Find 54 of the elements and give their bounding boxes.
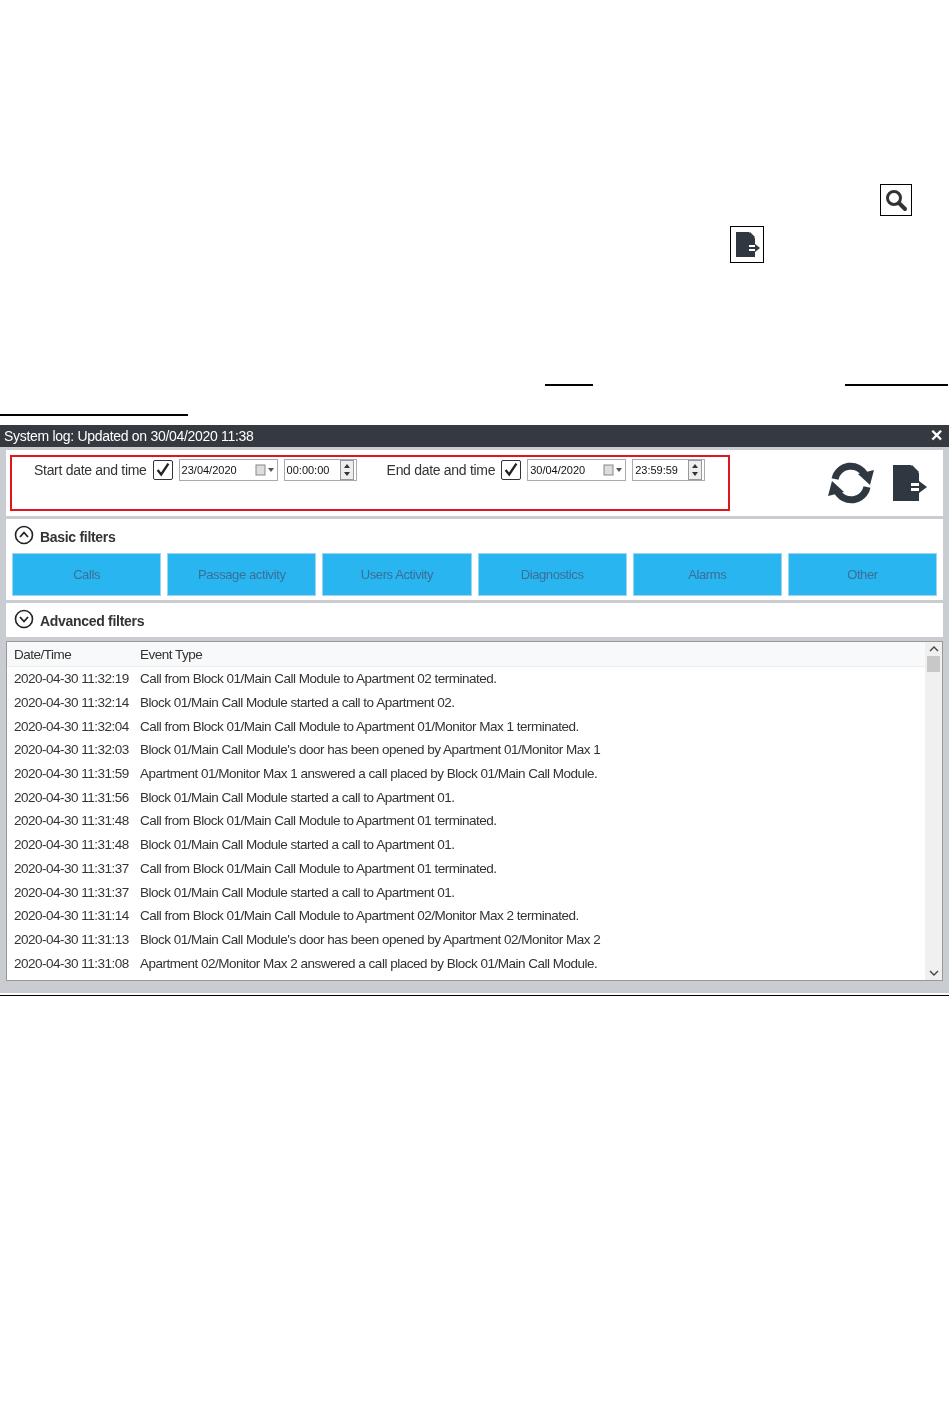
search-icon (880, 184, 912, 216)
table-cell: Block 01/Main Call Module started a call to Apartment 01. (140, 837, 455, 853)
table-cell: Call from Block 01/Main Call Module to Apartment 01 terminated. (140, 813, 497, 829)
table-cell-text: 2020-04-30 11:31:48 (13, 837, 130, 853)
checkbox[interactable] (152, 460, 173, 480)
table-cell-text: 2020-04-30 11:31:56 (13, 789, 130, 805)
table-cell: Apartment 02/Monitor Max 2 answered a call placed by Block 01/Main Call Module. (140, 955, 598, 971)
table-cell-text: 2020-04-30 11:31:37 (13, 884, 130, 900)
checkbox[interactable] (501, 460, 522, 480)
calendar-dropdown-icon[interactable] (603, 464, 624, 476)
time-field[interactable]: 00:00:00 (283, 459, 357, 481)
table-cell-text: 2020-04-30 11:32:04 (13, 718, 130, 734)
scroll-up-icon[interactable] (928, 646, 939, 652)
window-title: System log: Updated on 30/04/2020 11:38 (4, 428, 254, 444)
table-cell: Apartment 01/Monitor Max 1 answered a call placed by Block 01/Main Call Module. (140, 766, 598, 782)
table-cell-text: 2020-04-30 11:32:03 (13, 742, 130, 758)
expand-icon[interactable] (14, 609, 34, 629)
export-file-icon (730, 226, 764, 263)
table-cell: Call from Block 01/Main Call Module to Apartment 02 terminated. (140, 671, 497, 687)
table-cell-text: 2020-04-30 11:31:48 (13, 813, 130, 829)
calendar-dropdown-icon[interactable] (254, 464, 275, 476)
date-field[interactable]: 23/04/2020 (178, 459, 278, 481)
table-cell-text: 2020-04-30 11:31:37 (13, 860, 130, 876)
scroll-down-icon[interactable] (928, 970, 939, 976)
table-cell: Block 01/Main Call Module's door has been opened by Apartment 02/Monitor Max 2 (140, 931, 601, 947)
table-cell: Block 01/Main Call Module started a call to Apartment 01. (140, 789, 455, 805)
table-cell: Call from Block 01/Main Call Module to Apartment 01/Monitor Max 1 terminated. (140, 718, 579, 734)
column-header[interactable]: Event Type (140, 646, 203, 662)
close-button[interactable]: ✕ (928, 427, 945, 445)
table-cell: Block 01/Main Call Module started a call to Apartment 01. (140, 884, 455, 900)
table-cell: Block 01/Main Call Module started a call to Apartment 02. (140, 695, 455, 711)
table-cell: Call from Block 01/Main Call Module to Apartment 01 terminated. (140, 860, 497, 876)
date-field[interactable]: 30/04/2020 (527, 459, 627, 481)
table-cell: Call from Block 01/Main Call Module to Apartment 02/Monitor Max 2 terminated. (140, 908, 579, 924)
export-file-icon[interactable] (891, 463, 929, 503)
table-cell-text: 2020-04-30 11:32:19 (13, 671, 130, 687)
table-cell: Block 01/Main Call Module's door has been opened by Apartment 01/Monitor Max 1 (140, 742, 601, 758)
section-title: Advanced filters (40, 613, 145, 629)
table-cell-text: 2020-04-30 11:31:08 (13, 955, 130, 971)
table-cell-text: 2020-04-30 11:32:14 (13, 695, 130, 711)
table-cell-text: 2020-04-30 11:31:13 (13, 931, 130, 947)
field-label: End date and time (386, 462, 496, 478)
column-header[interactable]: Date/Time (7, 646, 140, 662)
spinner-arrows-icon[interactable] (688, 460, 703, 480)
refresh-icon[interactable] (825, 461, 877, 505)
field-label: Start date and time (34, 462, 147, 478)
scroll-thumb[interactable] (927, 656, 940, 672)
scrollbar[interactable] (925, 642, 942, 980)
table-cell-text: 2020-04-30 11:31:14 (13, 908, 130, 924)
spinner-arrows-icon[interactable] (339, 460, 354, 480)
section-title: Basic filters (40, 529, 116, 545)
time-field[interactable]: 23:59:59 (632, 459, 706, 481)
collapse-icon[interactable] (14, 525, 34, 545)
table-cell-text: 2020-04-30 11:31:59 (13, 766, 130, 782)
